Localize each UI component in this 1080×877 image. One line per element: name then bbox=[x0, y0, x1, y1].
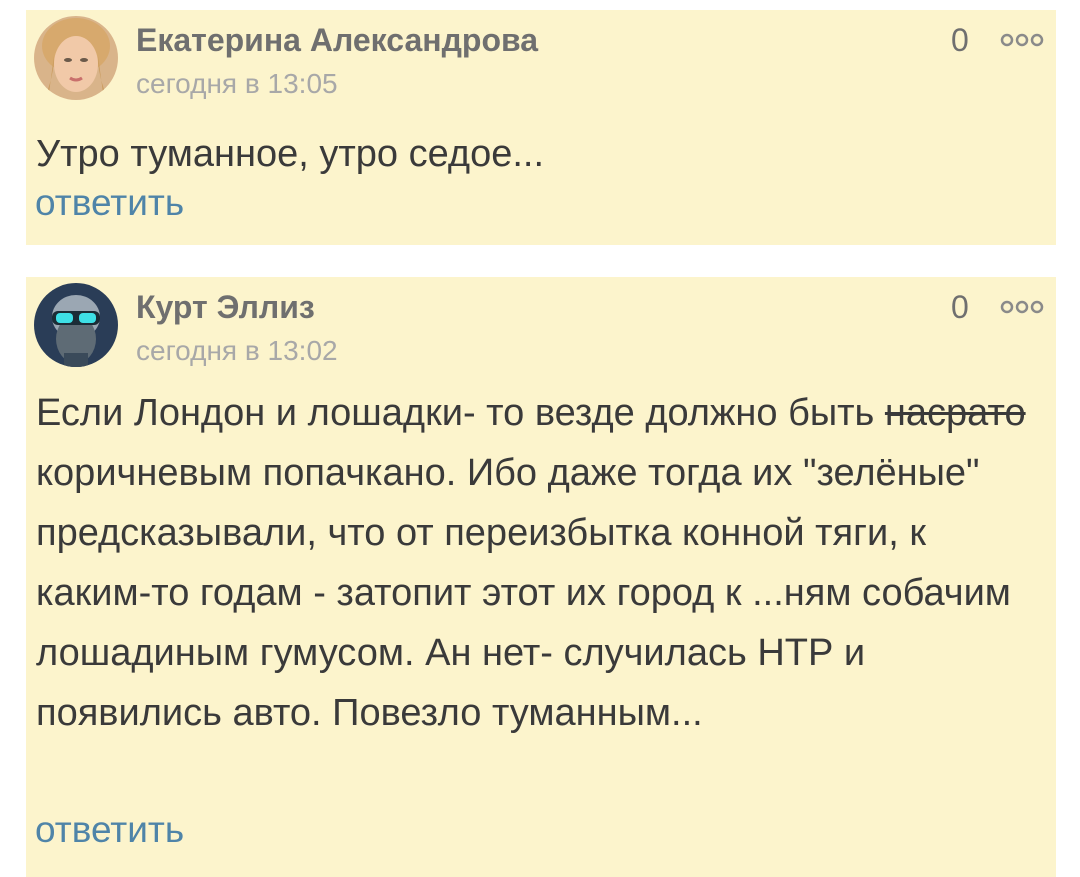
comment-text-rest: коричневым попачкано. Ибо даже тогда их … bbox=[36, 452, 1011, 734]
more-options-icon[interactable] bbox=[1000, 32, 1044, 48]
comment-card: Екатерина Александрова сегодня в 13:05 0… bbox=[26, 10, 1056, 245]
strikethrough-text: насрато bbox=[884, 392, 1026, 434]
reply-link[interactable]: ответить bbox=[35, 182, 184, 224]
likes-count[interactable]: 0 bbox=[951, 289, 969, 326]
comment-timestamp: сегодня в 13:02 bbox=[136, 335, 338, 366]
author-name[interactable]: Екатерина Александрова bbox=[136, 22, 538, 59]
avatar[interactable] bbox=[34, 16, 118, 100]
author-name[interactable]: Курт Эллиз bbox=[136, 289, 315, 326]
comment-card: Курт Эллиз сегодня в 13:02 0 Если Лондон… bbox=[26, 277, 1056, 877]
likes-count[interactable]: 0 bbox=[951, 22, 969, 59]
avatar[interactable] bbox=[34, 283, 118, 367]
comment-timestamp: сегодня в 13:05 bbox=[136, 68, 338, 99]
comment-text: Утро туманное, утро седое... bbox=[36, 133, 545, 175]
comment-text-start: Если Лондон и лошадки- то везде должно б… bbox=[36, 392, 885, 434]
comment-text: Если Лондон и лошадки- то везде должно б… bbox=[36, 383, 1046, 743]
avatar-woman-image bbox=[34, 16, 118, 100]
reply-link[interactable]: ответить bbox=[35, 809, 184, 851]
avatar-man-goggles-image bbox=[34, 283, 118, 367]
more-options-icon[interactable] bbox=[1000, 299, 1044, 315]
